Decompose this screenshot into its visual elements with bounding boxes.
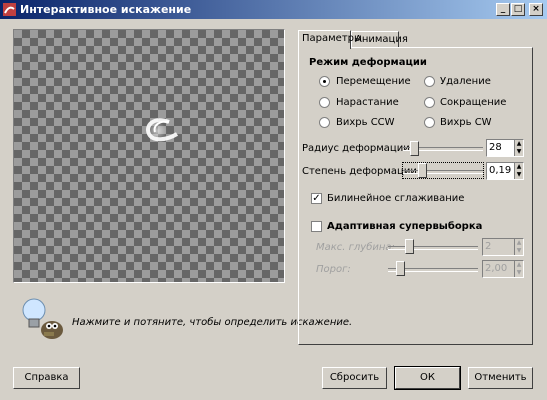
cancel-button[interactable]: Отменить (468, 367, 533, 389)
threshold-spin-arrows-icon: ▲ ▼ (514, 261, 523, 277)
radio-remove[interactable] (424, 76, 435, 87)
maximize-button[interactable]: □ (511, 3, 525, 16)
radius-slider-thumb[interactable] (410, 141, 419, 156)
threshold-label: Порог: (316, 264, 351, 275)
radio-swirl-cw-label[interactable]: Вихрь CW (440, 117, 492, 128)
radio-remove-label[interactable]: Удаление (440, 76, 491, 87)
preview-canvas[interactable] (13, 29, 285, 283)
minimize-button[interactable]: _ (496, 3, 510, 16)
radius-value[interactable]: 28 (489, 142, 502, 153)
supersample-checkbox[interactable] (311, 221, 322, 232)
supersample-label[interactable]: Адаптивная супервыборка (327, 221, 482, 232)
depth-slider-thumb (405, 239, 414, 254)
warp-app-icon (3, 3, 16, 16)
help-button[interactable]: Справка (13, 367, 80, 389)
amount-slider-thumb[interactable] (418, 163, 427, 178)
amount-slider-track[interactable] (403, 170, 483, 174)
gimp-wilber-lightbulb-icon (14, 292, 66, 342)
radius-spinbox[interactable]: 28 ▲ ▼ (486, 139, 524, 157)
warp-stroke-preview (146, 118, 179, 142)
radius-label: Радиус деформации: (302, 143, 414, 154)
radio-move[interactable] (319, 76, 330, 87)
depth-value: 2 (485, 241, 492, 252)
radio-swirl-ccw[interactable] (319, 117, 330, 128)
amount-value[interactable]: 0,19 (489, 165, 511, 176)
depth-label: Макс. глубина: (316, 242, 395, 253)
depth-spin-arrows-icon: ▲ ▼ (514, 239, 523, 255)
threshold-spinbox: 2,00 ▲ ▼ (482, 260, 524, 278)
window-title: Интерактивное искажение (20, 3, 192, 16)
radio-swirl-ccw-label[interactable]: Вихрь CCW (336, 117, 395, 128)
radio-shrink[interactable] (424, 97, 435, 108)
radio-swirl-cw[interactable] (424, 117, 435, 128)
close-button[interactable]: × (529, 3, 543, 16)
radio-shrink-label[interactable]: Сокращение (440, 97, 506, 108)
radio-grow-label[interactable]: Нарастание (336, 97, 399, 108)
radius-spin-arrows-icon[interactable]: ▲ ▼ (514, 140, 523, 156)
bilinear-checkbox[interactable]: ✓ (311, 193, 322, 204)
amount-spinbox[interactable]: 0,19 ▲ ▼ (486, 162, 524, 180)
radio-grow[interactable] (319, 97, 330, 108)
amount-spin-arrows-icon[interactable]: ▲ ▼ (514, 163, 523, 179)
threshold-value: 2,00 (485, 263, 508, 274)
tab-parameters[interactable]: Параметры (298, 30, 362, 49)
bilinear-label[interactable]: Билинейное сглаживание (327, 193, 464, 204)
mode-title: Режим деформации (309, 57, 427, 68)
threshold-slider-thumb (396, 261, 405, 276)
radio-move-label[interactable]: Перемещение (336, 76, 411, 87)
depth-slider-track (388, 246, 478, 250)
reset-button[interactable]: Сбросить (322, 367, 387, 389)
title-bar[interactable]: Интерактивное искажение _ □ × (0, 0, 547, 19)
ok-button[interactable]: ОК (394, 366, 461, 390)
depth-spinbox: 2 ▲ ▼ (482, 238, 524, 256)
